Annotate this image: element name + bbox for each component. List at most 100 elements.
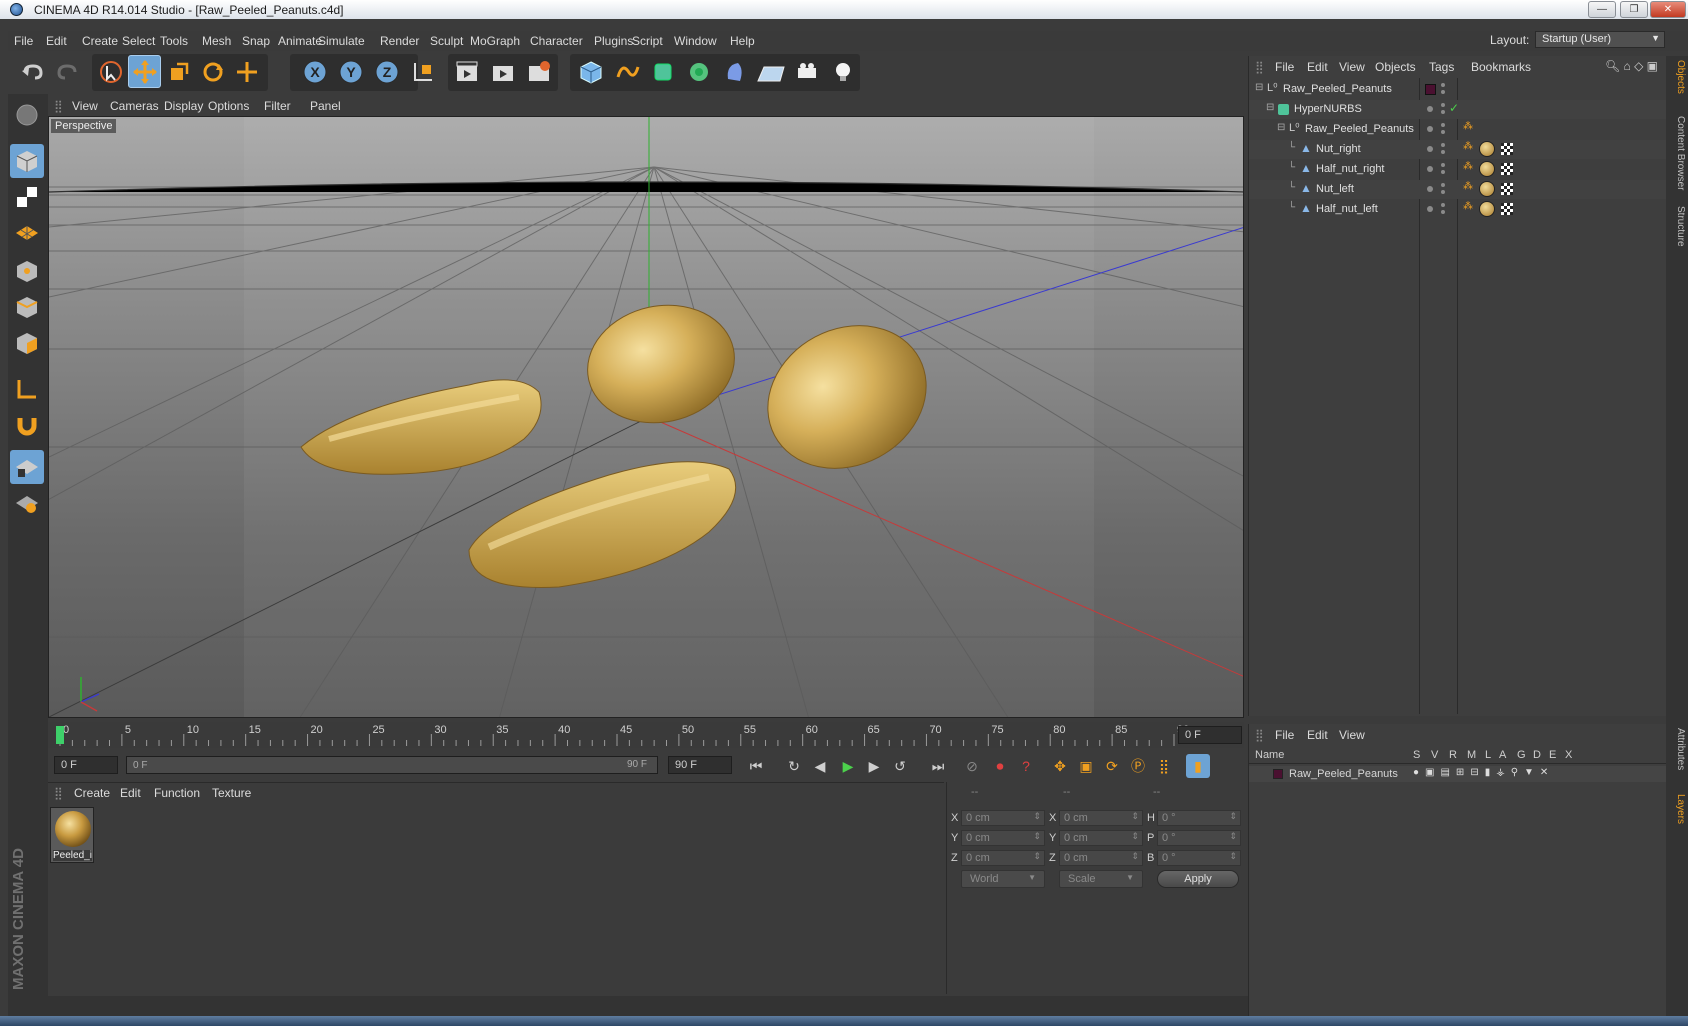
expand-toggle-icon[interactable]: └	[1288, 202, 1295, 213]
camera-icon[interactable]	[790, 55, 823, 88]
viewport-menu-view[interactable]: View	[72, 99, 98, 113]
uvw-tag-icon[interactable]	[1501, 163, 1513, 175]
visibility-render-dot[interactable]	[1441, 150, 1445, 154]
light-icon[interactable]	[826, 55, 859, 88]
material-menu-texture[interactable]: Texture	[212, 786, 251, 800]
menu-file[interactable]: File	[14, 34, 33, 48]
visibility-editor-dot[interactable]	[1427, 166, 1433, 172]
viewport-menu-display[interactable]: Display	[164, 99, 203, 113]
object-menu-tags[interactable]: Tags	[1429, 60, 1454, 74]
menu-help[interactable]: Help	[730, 34, 755, 48]
current-frame-field[interactable]: 0 F	[1178, 726, 1242, 744]
rot-b-field[interactable]: 0 ° ⇕	[1157, 850, 1241, 866]
live-selection-icon[interactable]	[94, 55, 127, 88]
viewport-menu-filter[interactable]: Filter	[264, 99, 291, 113]
visibility-render-dot[interactable]	[1441, 203, 1445, 207]
magnet-icon[interactable]	[10, 408, 44, 442]
visibility-editor-dot[interactable]	[1427, 186, 1433, 192]
layer-menu-file[interactable]: File	[1275, 728, 1294, 742]
frame-range-slider[interactable]: 0 F 90 F	[126, 756, 658, 774]
previous-key-icon[interactable]: ↻	[782, 754, 806, 778]
layer-menu-view[interactable]: View	[1339, 728, 1365, 742]
uvw-tag-icon[interactable]	[1501, 183, 1513, 195]
object-row[interactable]: └ ▲ Half_nut_right ⁂	[1249, 160, 1667, 179]
x-axis-lock-icon[interactable]: X	[298, 55, 331, 88]
object-manager-tools-icons[interactable]: 🔍︎ ⌂ ◇ ▣	[1605, 59, 1658, 73]
material-thumbnail[interactable]: Peeled_i	[50, 807, 94, 863]
material-menu-edit[interactable]: Edit	[120, 786, 141, 800]
close-button[interactable]: ✕	[1650, 1, 1686, 18]
spline-icon[interactable]	[610, 55, 643, 88]
visibility-render-dot[interactable]	[1441, 183, 1445, 187]
object-menu-edit[interactable]: Edit	[1307, 60, 1328, 74]
phong-tag-icon[interactable]: ⁂	[1463, 181, 1473, 192]
uvw-tag-icon[interactable]	[1501, 143, 1513, 155]
layer-name[interactable]: Raw_Peeled_Peanuts	[1289, 768, 1398, 780]
maximize-button[interactable]: ❐	[1620, 1, 1648, 18]
object-row[interactable]: └ ▲ Nut_right ⁂	[1249, 140, 1667, 159]
timeline-ruler[interactable]: 051015202530354045505560657075808590 0 F	[48, 722, 1244, 748]
menu-tools[interactable]: Tools	[160, 34, 188, 48]
viewport-menu-cameras[interactable]: Cameras	[110, 99, 159, 113]
workplane-mode-icon[interactable]	[10, 216, 44, 250]
transform-tool-icon[interactable]	[230, 55, 263, 88]
deformer-icon[interactable]	[718, 55, 751, 88]
key-position-icon[interactable]: ✥	[1048, 754, 1072, 778]
visibility-editor-dot[interactable]	[1427, 146, 1433, 152]
object-row[interactable]: ⊟ L⁰ Raw_Peeled_Peanuts ⁂	[1249, 120, 1667, 139]
menu-create[interactable]: Create	[82, 34, 118, 48]
edges-mode-icon[interactable]	[10, 290, 44, 324]
material-tag-icon[interactable]	[1479, 161, 1495, 177]
z-axis-lock-icon[interactable]: Z	[370, 55, 403, 88]
playhead-marker[interactable]	[56, 726, 64, 744]
object-name[interactable]: Raw_Peeled_Peanuts	[1283, 83, 1392, 95]
expand-toggle-icon[interactable]: ⊟	[1266, 102, 1274, 113]
tab-attributes[interactable]: Attributes	[1668, 728, 1686, 770]
polygons-mode-icon[interactable]	[10, 326, 44, 360]
layout-dropdown[interactable]: Startup (User) ▼	[1535, 31, 1665, 48]
layer-toggle-icons[interactable]: ●▣▤⊞⊟▮⚶⚲▼✕	[1413, 767, 1554, 778]
object-row[interactable]: ⊟ HyperNURBS ✓	[1249, 100, 1667, 119]
drag-handle-icon[interactable]: ⣿	[54, 99, 63, 113]
pos-z-field[interactable]: 0 cm ⇕	[961, 850, 1045, 866]
menu-animate[interactable]: Animate	[278, 34, 322, 48]
menu-character[interactable]: Character	[530, 34, 583, 48]
menu-edit[interactable]: Edit	[46, 34, 67, 48]
viewport-menu-panel[interactable]: Panel	[310, 99, 341, 113]
key-pla-icon[interactable]: ⣿	[1152, 754, 1176, 778]
object-name[interactable]: Half_nut_left	[1316, 203, 1378, 215]
next-frame-icon[interactable]: ▶	[862, 754, 886, 778]
layer-column-name[interactable]: Name	[1255, 749, 1284, 761]
redo-button[interactable]	[50, 55, 83, 88]
size-x-field[interactable]: 0 cm ⇕	[1059, 810, 1143, 826]
end-frame-field[interactable]: 90 F	[668, 756, 732, 774]
object-row[interactable]: └ ▲ Half_nut_left ⁂	[1249, 200, 1667, 219]
points-mode-icon[interactable]	[10, 254, 44, 288]
visibility-render-dot[interactable]	[1441, 143, 1445, 147]
go-to-end-icon[interactable]: ⏭	[926, 754, 950, 778]
visibility-render-dot[interactable]	[1441, 190, 1445, 194]
coordinate-mode-dropdown[interactable]: World ▼	[961, 870, 1045, 888]
pos-x-field[interactable]: 0 cm ⇕	[961, 810, 1045, 826]
pos-y-field[interactable]: 0 cm ⇕	[961, 830, 1045, 846]
render-picture-viewer-icon[interactable]	[486, 55, 519, 88]
drag-handle-icon[interactable]: ⣿	[54, 786, 63, 800]
visibility-render-dot[interactable]	[1441, 123, 1445, 127]
menu-select[interactable]: Select	[122, 34, 155, 48]
key-scale-icon[interactable]: ▣	[1074, 754, 1098, 778]
keyframe-selection-icon[interactable]: ?	[1014, 754, 1038, 778]
start-frame-field[interactable]: 0 F	[54, 756, 118, 774]
transform-mode-dropdown[interactable]: Scale ▼	[1059, 870, 1143, 888]
use-model-icon[interactable]	[10, 98, 44, 132]
render-settings-icon[interactable]	[522, 55, 555, 88]
menu-simulate[interactable]: Simulate	[318, 34, 365, 48]
rot-p-field[interactable]: 0 ° ⇕	[1157, 830, 1241, 846]
lock-workplane-icon[interactable]	[10, 486, 44, 520]
phong-tag-icon[interactable]: ⁂	[1463, 201, 1473, 212]
visibility-render-dot[interactable]	[1441, 90, 1445, 94]
play-icon[interactable]: ▶	[836, 754, 860, 778]
y-axis-lock-icon[interactable]: Y	[334, 55, 367, 88]
model-mode-icon[interactable]	[10, 144, 44, 178]
coordinate-system-icon[interactable]	[406, 55, 439, 88]
viewport-menu-options[interactable]: Options	[208, 99, 249, 113]
